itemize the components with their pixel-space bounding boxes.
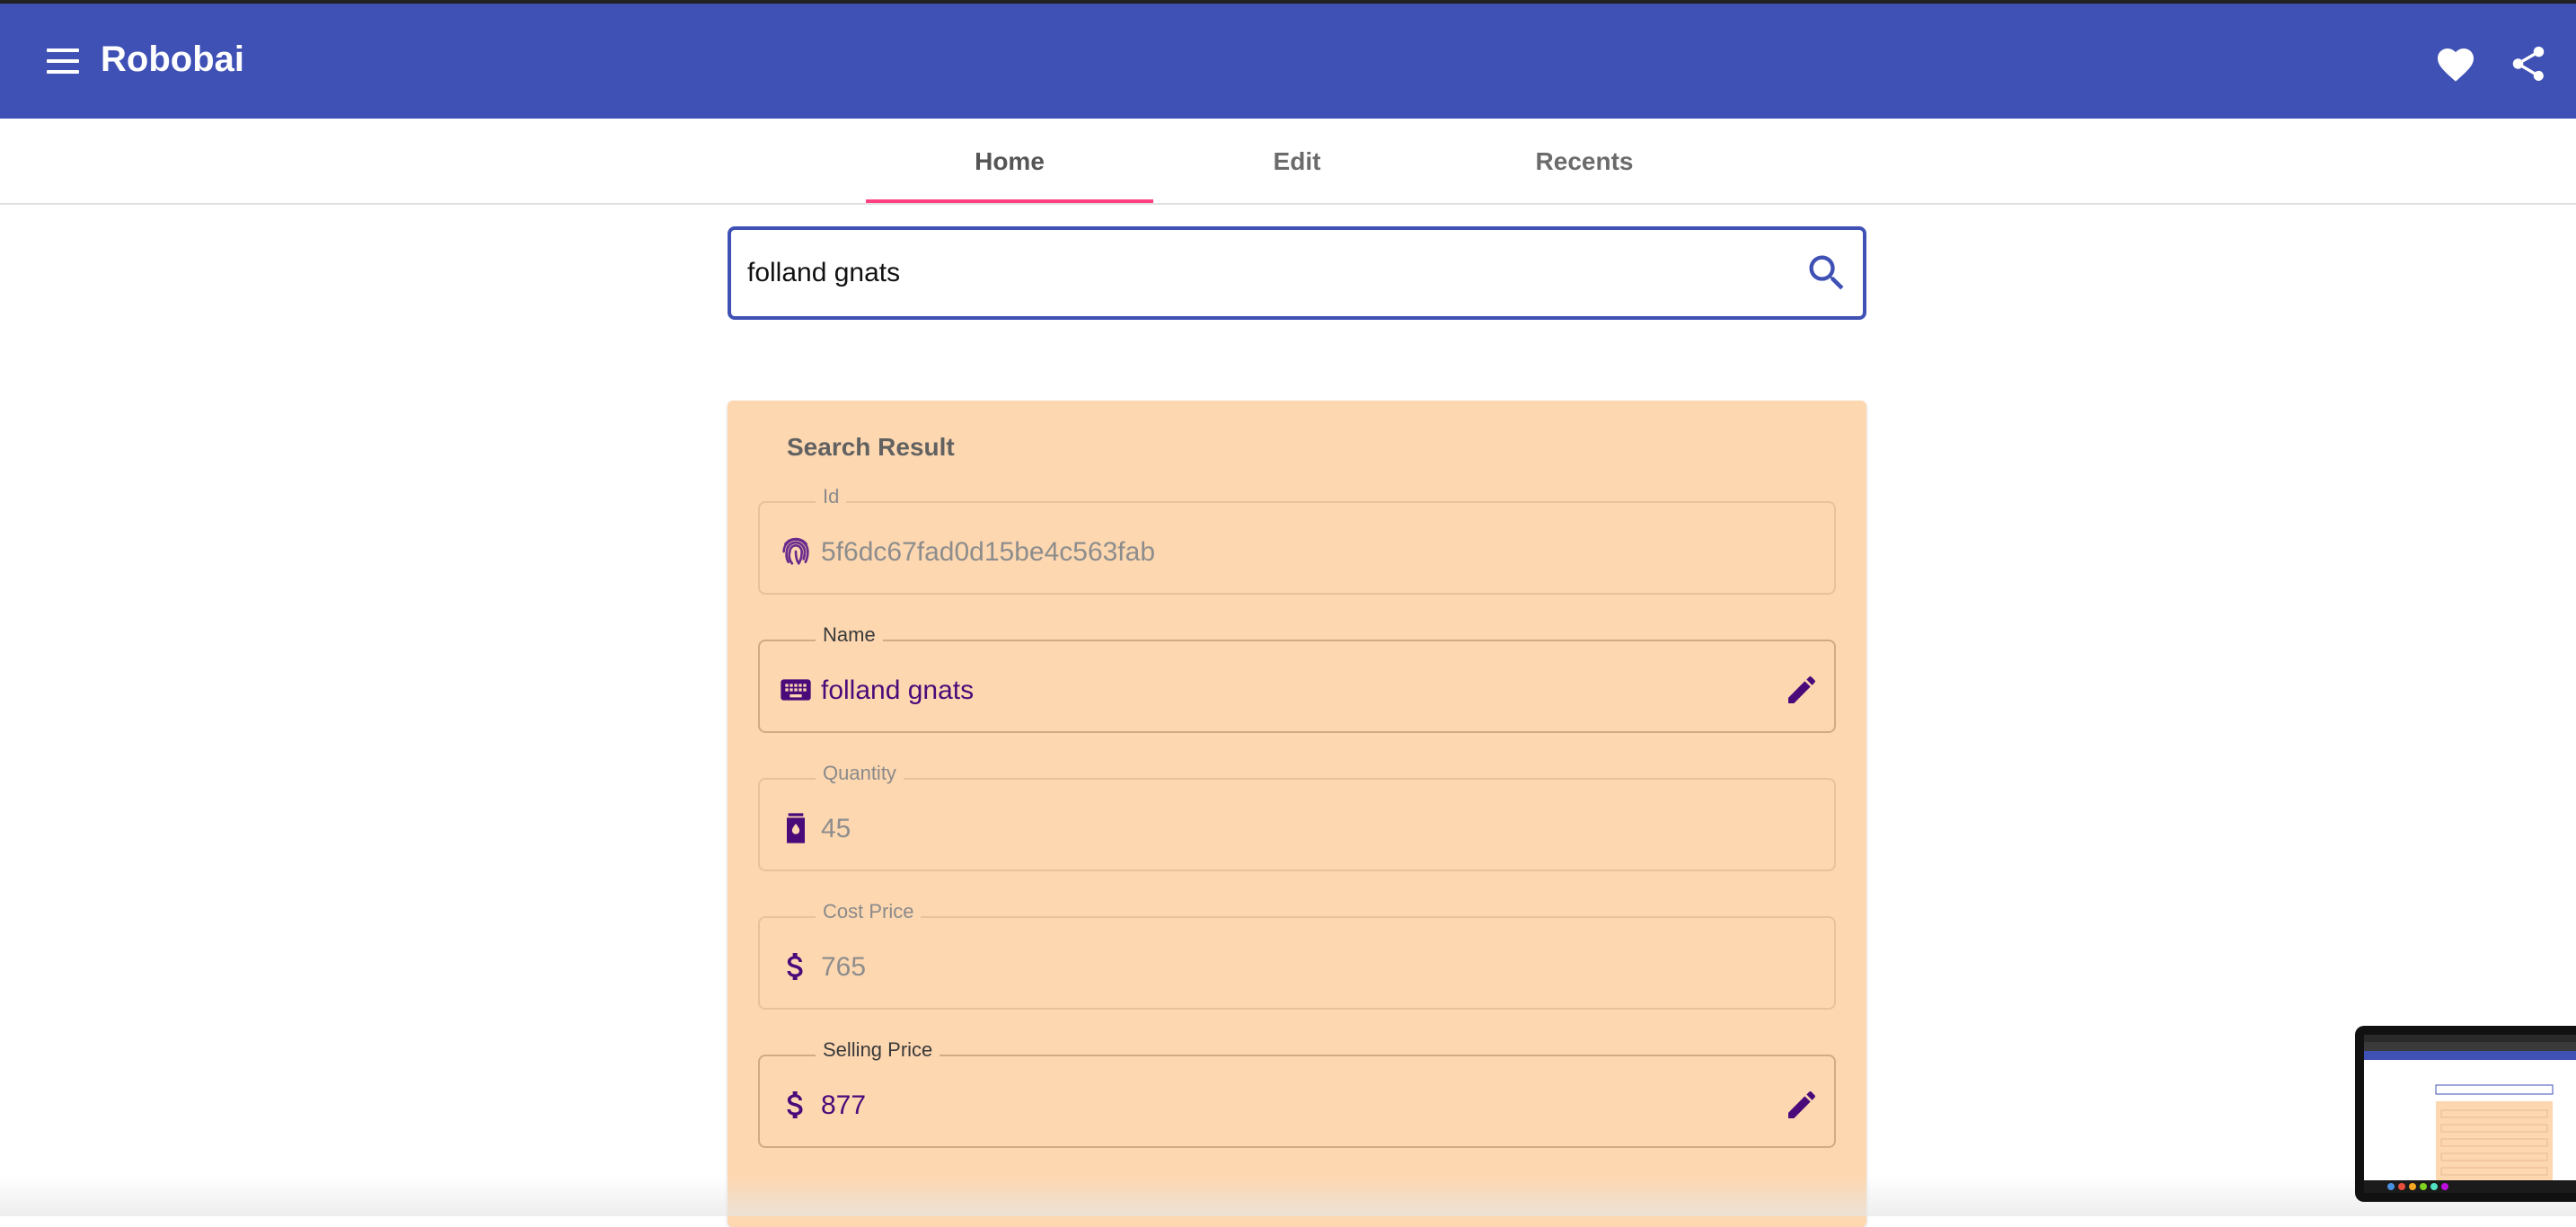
id-field: Id 5f6dc67fad0d15be4c563fab bbox=[758, 485, 1836, 595]
search-result-card: Search Result Id 5f6dc67fad0d15be4c563fa… bbox=[728, 401, 1866, 1227]
card-title: Search Result bbox=[787, 433, 955, 461]
id-value: 5f6dc67fad0d15be4c563fab bbox=[821, 537, 1156, 567]
active-tab-indicator bbox=[866, 199, 1153, 203]
menu-icon[interactable] bbox=[43, 45, 84, 77]
bottom-fade bbox=[0, 1177, 2576, 1216]
name-field[interactable]: Name folland gnats bbox=[758, 623, 1836, 733]
dollar-icon bbox=[778, 949, 814, 984]
app-title: Robobai bbox=[101, 40, 244, 79]
field-label: Name bbox=[816, 623, 883, 647]
cost-price-value: 765 bbox=[821, 952, 867, 982]
search-input[interactable] bbox=[747, 248, 1735, 298]
search-icon[interactable] bbox=[1804, 250, 1850, 296]
field-label: Quantity bbox=[816, 762, 904, 785]
app-bar: Robobai bbox=[0, 4, 2576, 119]
bottle-icon bbox=[778, 810, 814, 846]
quantity-field: Quantity 45 bbox=[758, 762, 1836, 871]
tab-bar: Home Edit Recents bbox=[0, 119, 2576, 205]
selling-price-field[interactable]: Selling Price 877 bbox=[758, 1038, 1836, 1148]
quantity-value: 45 bbox=[821, 814, 851, 843]
tab-edit[interactable]: Edit bbox=[1153, 119, 1441, 205]
edit-selling-price-icon[interactable] bbox=[1784, 1087, 1820, 1123]
thumbnail-preview bbox=[2364, 1035, 2576, 1193]
selling-price-value[interactable]: 877 bbox=[821, 1090, 866, 1121]
tab-home[interactable]: Home bbox=[866, 119, 1153, 205]
tab-recents[interactable]: Recents bbox=[1441, 119, 1728, 205]
field-label: Cost Price bbox=[816, 900, 922, 923]
dollar-icon bbox=[778, 1087, 814, 1123]
screenshot-thumbnail[interactable] bbox=[2355, 1026, 2576, 1202]
name-value[interactable]: folland gnats bbox=[821, 675, 974, 706]
share-icon[interactable] bbox=[2508, 43, 2549, 84]
edit-name-icon[interactable] bbox=[1784, 672, 1820, 708]
cost-price-field: Cost Price 765 bbox=[758, 900, 1836, 1010]
field-label: Selling Price bbox=[816, 1038, 940, 1062]
heart-icon[interactable] bbox=[2434, 43, 2477, 83]
search-field bbox=[728, 226, 1866, 320]
keyboard-icon bbox=[778, 672, 814, 708]
field-label: Id bbox=[816, 485, 847, 508]
fingerprint-icon bbox=[778, 534, 814, 569]
